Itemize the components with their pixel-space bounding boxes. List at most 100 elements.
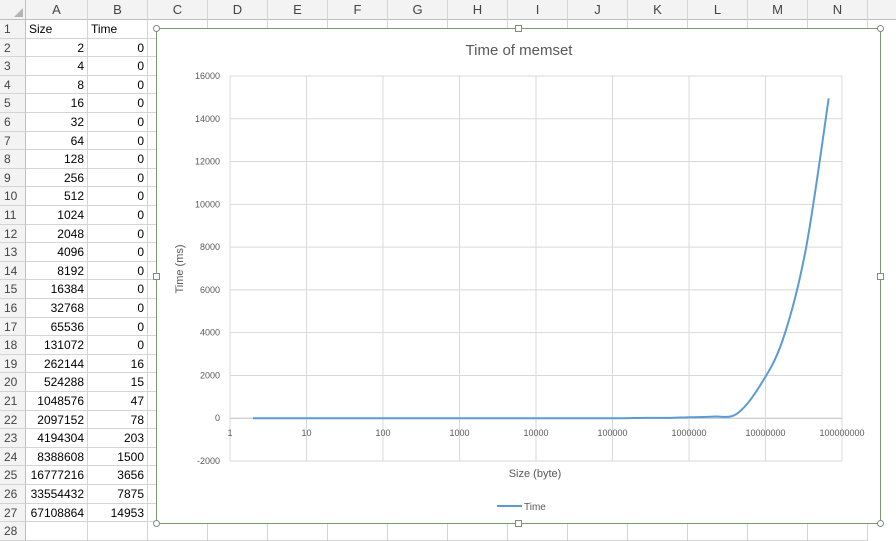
header-cell-size[interactable]: Size (26, 20, 88, 39)
cell-size[interactable]: 33554432 (26, 485, 88, 504)
row-header[interactable]: 9 (0, 168, 26, 188)
cell-time[interactable]: 15 (88, 373, 148, 392)
column-header[interactable]: C (148, 0, 208, 20)
cell-time[interactable]: 0 (88, 38, 148, 58)
cell-time[interactable]: 7875 (88, 485, 148, 504)
cell-time[interactable]: 0 (88, 187, 148, 206)
cell-time[interactable]: 0 (88, 150, 148, 169)
cell-time[interactable]: 0 (88, 224, 148, 244)
row-header[interactable]: 27 (0, 503, 26, 523)
cell-time[interactable]: 0 (88, 57, 148, 76)
cell-time[interactable]: 203 (88, 429, 148, 448)
cell-size[interactable]: 131072 (26, 336, 88, 355)
cell-size[interactable]: 2097152 (26, 410, 88, 430)
row-header[interactable]: 10 (0, 187, 26, 206)
cell-time[interactable]: 0 (88, 75, 148, 95)
cell[interactable] (88, 522, 148, 541)
cell-size[interactable]: 512 (26, 187, 88, 206)
row-header[interactable]: 23 (0, 429, 26, 448)
row-header[interactable]: 16 (0, 299, 26, 318)
cell-time[interactable]: 14953 (88, 503, 148, 523)
column-header[interactable]: B (88, 0, 148, 20)
cell-time[interactable]: 3656 (88, 466, 148, 485)
cell-time[interactable]: 1500 (88, 447, 148, 467)
column-header[interactable]: H (448, 0, 508, 20)
row-header[interactable]: 17 (0, 317, 26, 337)
select-all-corner[interactable] (0, 0, 26, 20)
row-header[interactable]: 26 (0, 485, 26, 504)
row-header[interactable]: 11 (0, 206, 26, 225)
cell-size[interactable]: 1024 (26, 206, 88, 225)
row-header[interactable]: 28 (0, 522, 26, 541)
column-header[interactable]: E (268, 0, 328, 20)
cell-time[interactable]: 0 (88, 243, 148, 262)
row-header[interactable]: 21 (0, 392, 26, 411)
row-header[interactable]: 6 (0, 113, 26, 132)
series-line-time[interactable] (252, 98, 830, 420)
cell-size[interactable]: 32768 (26, 299, 88, 318)
row-header[interactable]: 5 (0, 94, 26, 113)
cell[interactable] (26, 522, 88, 541)
cell-size[interactable]: 256 (26, 168, 88, 188)
cell-size[interactable]: 2048 (26, 224, 88, 244)
cell-size[interactable]: 1048576 (26, 392, 88, 411)
column-header[interactable]: F (328, 0, 388, 20)
cell-time[interactable]: 0 (88, 299, 148, 318)
cell-time[interactable]: 0 (88, 131, 148, 151)
cell-time[interactable]: 0 (88, 206, 148, 225)
column-header[interactable]: K (628, 0, 688, 20)
resize-handle-right[interactable] (877, 273, 884, 280)
resize-handle-left[interactable] (153, 273, 160, 280)
cell-size[interactable]: 128 (26, 150, 88, 169)
chart-time-of-memset[interactable]: Time of memset Time (ms) Size (byte) -20… (153, 25, 884, 527)
cell-time[interactable]: 0 (88, 317, 148, 337)
resize-handle-bottom-right[interactable] (877, 520, 884, 527)
row-header[interactable]: 19 (0, 354, 26, 374)
cell-time[interactable]: 0 (88, 280, 148, 299)
cell-time[interactable]: 47 (88, 392, 148, 411)
cell-size[interactable]: 16384 (26, 280, 88, 299)
row-header[interactable]: 25 (0, 466, 26, 485)
cell-time[interactable]: 0 (88, 336, 148, 355)
row-header[interactable]: 22 (0, 410, 26, 430)
column-header-partial[interactable] (868, 0, 896, 20)
row-header[interactable]: 12 (0, 224, 26, 244)
cell-size[interactable]: 67108864 (26, 503, 88, 523)
row-header[interactable]: 13 (0, 243, 26, 262)
column-header[interactable]: M (748, 0, 808, 20)
cell-size[interactable]: 65536 (26, 317, 88, 337)
row-header[interactable]: 7 (0, 131, 26, 151)
cell-time[interactable]: 0 (88, 94, 148, 113)
cell-size[interactable]: 4096 (26, 243, 88, 262)
row-header[interactable]: 2 (0, 38, 26, 58)
column-header[interactable]: D (208, 0, 268, 20)
resize-handle-bottom[interactable] (515, 520, 522, 527)
cell-size[interactable]: 4194304 (26, 429, 88, 448)
row-header[interactable]: 4 (0, 75, 26, 95)
cell-size[interactable]: 64 (26, 131, 88, 151)
resize-handle-top-right[interactable] (877, 25, 884, 32)
cell-size[interactable]: 524288 (26, 373, 88, 392)
cell-size[interactable]: 32 (26, 113, 88, 132)
header-cell-time[interactable]: Time (88, 20, 148, 39)
row-header[interactable]: 24 (0, 447, 26, 467)
row-header[interactable]: 1 (0, 20, 26, 39)
column-header[interactable]: G (388, 0, 448, 20)
row-header[interactable]: 8 (0, 150, 26, 169)
cell-size[interactable]: 16777216 (26, 466, 88, 485)
cell-size[interactable]: 8192 (26, 261, 88, 281)
resize-handle-top-left[interactable] (153, 25, 160, 32)
row-header[interactable]: 15 (0, 280, 26, 299)
row-header[interactable]: 18 (0, 336, 26, 355)
column-header[interactable]: I (508, 0, 568, 20)
row-header[interactable]: 3 (0, 57, 26, 76)
cell-size[interactable]: 2 (26, 38, 88, 58)
row-header[interactable]: 20 (0, 373, 26, 392)
column-header[interactable]: J (568, 0, 628, 20)
column-header[interactable]: A (26, 0, 88, 20)
column-header[interactable]: L (688, 0, 748, 20)
cell-size[interactable]: 8 (26, 75, 88, 95)
cell-time[interactable]: 0 (88, 168, 148, 188)
cell-time[interactable]: 0 (88, 113, 148, 132)
cell-time[interactable]: 0 (88, 261, 148, 281)
